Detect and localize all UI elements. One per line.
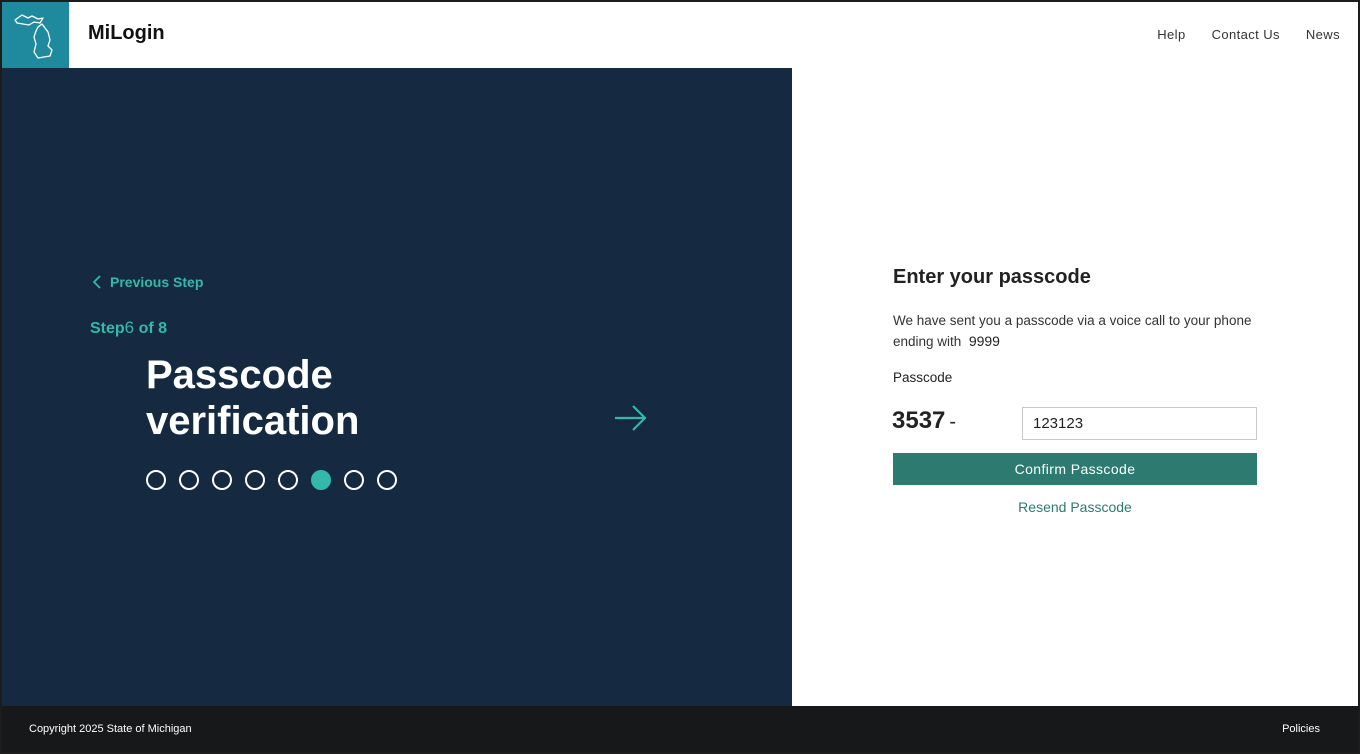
previous-step-label: Previous Step <box>110 274 204 290</box>
passcode-label: Passcode <box>893 370 953 385</box>
policies-link[interactable]: Policies <box>1282 723 1320 735</box>
nav-help-link[interactable]: Help <box>1157 27 1185 42</box>
chevron-left-icon <box>92 275 101 289</box>
step-dot <box>278 470 298 490</box>
michigan-logo[interactable] <box>2 2 69 68</box>
description-text: We have sent you a passcode via a voice … <box>893 313 1252 349</box>
step-dot <box>344 470 364 490</box>
prefix-dash: - <box>949 411 957 433</box>
step-dot <box>245 470 265 490</box>
page-footer: Copyright 2025 State of Michigan Policie… <box>2 706 1358 752</box>
phone-last-digits: 9999 <box>968 333 1000 349</box>
nav-news-link[interactable]: News <box>1306 27 1340 42</box>
step-dot <box>377 470 397 490</box>
copyright-text: Copyright 2025 State of Michigan <box>29 723 192 735</box>
step-indicator: Step6 of 8 <box>90 318 167 338</box>
step-title-line2: verification <box>146 399 360 443</box>
passcode-form-panel: Enter your passcode We have sent you a p… <box>792 68 1358 706</box>
previous-step-link[interactable]: Previous Step <box>92 274 203 290</box>
passcode-prefix-value: 3537 <box>892 407 946 434</box>
michigan-map-icon <box>14 14 53 59</box>
step-suffix: of 8 <box>138 320 168 337</box>
step-progress-dots <box>146 470 397 490</box>
step-title-line1: Passcode <box>146 353 333 397</box>
step-prefix: Step <box>90 320 125 337</box>
step-dot-active <box>311 470 331 490</box>
passcode-prefix: 3537- <box>892 407 956 435</box>
top-header: MiLogin Help Contact Us News <box>2 2 1358 69</box>
resend-passcode-link[interactable]: Resend Passcode <box>893 499 1257 515</box>
step-dot <box>179 470 199 490</box>
top-nav: Help Contact Us News <box>1157 27 1340 42</box>
step-number: 6 <box>124 318 135 337</box>
step-dot <box>212 470 232 490</box>
step-title: Passcode verification <box>146 352 359 444</box>
step-dot <box>146 470 166 490</box>
form-title: Enter your passcode <box>893 266 1091 288</box>
form-description: We have sent you a passcode via a voice … <box>893 311 1253 352</box>
confirm-passcode-button[interactable]: Confirm Passcode <box>893 453 1257 485</box>
passcode-input[interactable] <box>1022 407 1257 440</box>
page-frame: MiLogin Help Contact Us News Previous St… <box>0 0 1360 754</box>
brand-name: MiLogin <box>88 22 165 44</box>
nav-contact-us-link[interactable]: Contact Us <box>1212 27 1280 42</box>
arrow-right-icon <box>615 405 647 431</box>
progress-panel: Previous Step Step6 of 8 Passcode verifi… <box>2 68 792 706</box>
